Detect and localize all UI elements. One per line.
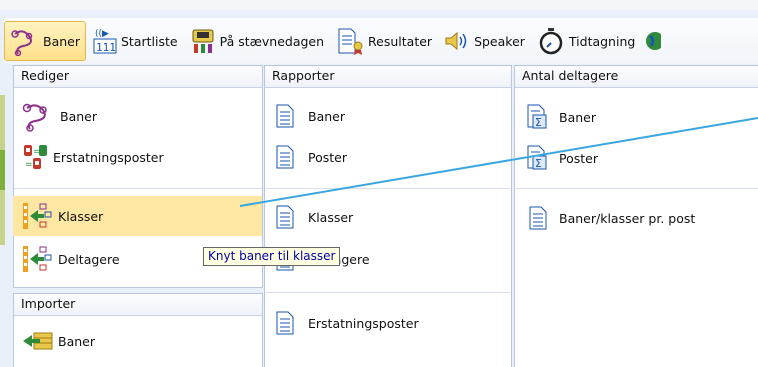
rediger-item-klasser[interactable]: Klasser (22, 202, 103, 230)
replacement-controls-icon: = = (24, 145, 47, 170)
divider (266, 188, 510, 189)
results-icon (338, 28, 363, 55)
importer-item-baner-label: Baner (58, 333, 95, 349)
ribbon-toolbar: Baner ((▶ 111 Startliste På stævnedagen … (4, 18, 758, 64)
divider (266, 292, 510, 293)
globe-icon[interactable] (645, 26, 662, 56)
svg-text:111: 111 (96, 41, 116, 54)
participants-icon (23, 246, 52, 272)
tab-resultater-label: Resultater (368, 33, 433, 49)
left-edge-decoration-accent (0, 150, 5, 190)
panel-importer-title: Importer (14, 294, 262, 316)
tab-startliste-label: Startliste (121, 33, 178, 49)
classes-icon (23, 203, 52, 229)
tab-baner-label: Baner (43, 33, 80, 49)
rapporter-item-klasser[interactable]: Klasser (276, 205, 353, 229)
tab-speaker[interactable]: Speaker (440, 21, 530, 61)
rediger-item-deltagere[interactable]: Deltagere (22, 245, 120, 273)
panel-importer: Importer (13, 293, 263, 367)
rapporter-item-klasser-label: Klasser (308, 209, 354, 225)
sum-document-icon: Σ (527, 104, 547, 129)
tooltip: Knyt baner til klasser (203, 247, 341, 266)
tab-tidtagning-label: Tidtagning (568, 33, 636, 49)
svg-text:((▶: ((▶ (95, 29, 109, 39)
import-icon (23, 332, 53, 350)
rediger-item-baner-label: Baner (60, 108, 97, 124)
importer-item-baner[interactable]: Baner (22, 331, 95, 351)
panel-rediger-title: Rediger (14, 66, 262, 88)
antal-item-baner-klasser-pr-post-label: Baner/klasser pr. post (559, 210, 696, 226)
rediger-item-deltagere-label: Deltagere (58, 251, 120, 267)
divider (516, 188, 758, 189)
divider (14, 188, 262, 189)
svg-text:Σ: Σ (535, 116, 542, 129)
rediger-item-baner[interactable]: Baner (20, 100, 97, 132)
tab-paa-staevnedagen[interactable]: På stævnedagen (186, 21, 329, 61)
antal-item-baner-klasser-pr-post[interactable]: Baner/klasser pr. post (529, 206, 695, 230)
rediger-item-erstatningsposter[interactable]: = = Erstatningsposter (23, 144, 164, 170)
rapporter-item-baner[interactable]: Baner (276, 104, 345, 128)
course-route-icon (22, 103, 47, 132)
rapporter-item-poster-label: Poster (308, 149, 347, 165)
document-icon (276, 205, 294, 229)
tab-startliste[interactable]: ((▶ 111 Startliste (89, 21, 183, 61)
stopwatch-icon (539, 28, 563, 55)
panel-rapporter-title: Rapporter (265, 66, 511, 88)
rediger-item-klasser-label: Klasser (58, 208, 104, 224)
tab-baner[interactable]: Baner (4, 21, 86, 61)
document-icon (276, 104, 294, 128)
svg-text:=: = (25, 160, 33, 170)
rapporter-item-baner-label: Baner (308, 108, 345, 124)
tab-speaker-label: Speaker (474, 33, 525, 49)
event-day-icon (192, 29, 214, 53)
panel-antal-deltagere-title: Antal deltagere (515, 66, 758, 88)
rapporter-item-erstatningsposter-label: Erstatningsposter (308, 315, 419, 331)
tab-resultater[interactable]: Resultater (332, 21, 437, 61)
speaker-icon (445, 31, 467, 51)
rapporter-item-poster[interactable]: Poster (276, 145, 347, 169)
document-icon (276, 311, 294, 335)
rediger-item-erstatningsposter-label: Erstatningsposter (53, 149, 164, 165)
tab-tidtagning[interactable]: Tidtagning (533, 21, 640, 61)
start-list-icon: ((▶ 111 (93, 29, 117, 54)
sum-document-icon: Σ (527, 145, 547, 170)
antal-item-poster-label: Poster (559, 150, 598, 166)
rapporter-item-erstatningsposter[interactable]: Erstatningsposter (276, 311, 419, 335)
antal-item-baner[interactable]: Σ Baner (527, 104, 596, 130)
document-icon (529, 206, 547, 230)
window-top-strip (0, 0, 758, 10)
tab-paa-staevnedagen-label: På stævnedagen (219, 33, 325, 49)
document-icon (276, 145, 294, 169)
antal-item-baner-label: Baner (559, 109, 596, 125)
course-route-icon (11, 30, 33, 56)
svg-text:Σ: Σ (535, 157, 542, 170)
antal-item-poster[interactable]: Σ Poster (527, 145, 598, 171)
